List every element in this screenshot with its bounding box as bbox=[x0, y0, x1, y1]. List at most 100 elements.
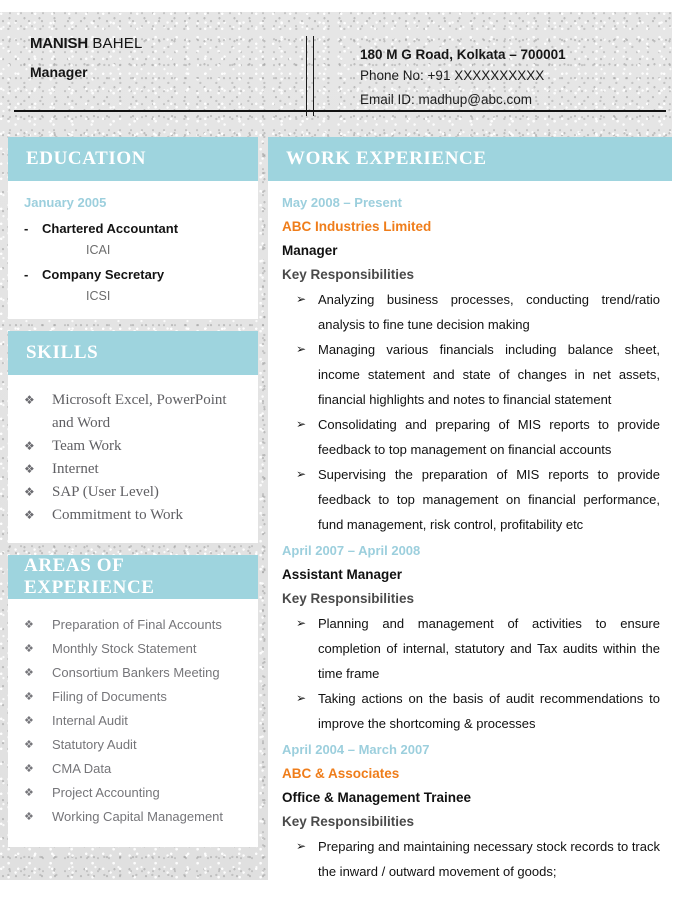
list-item: ❖ Filing of Documents bbox=[8, 685, 248, 709]
list-item: ➢ Supervising the preparation of MIS repo… bbox=[282, 462, 660, 537]
list-item: ❖ Consortium Bankers Meeting bbox=[8, 661, 248, 685]
job-date: May 2008 – Present bbox=[282, 195, 402, 210]
area-label: Project Accounting bbox=[52, 785, 160, 800]
work-experience-section: WORK EXPERIENCE May 2008 – Present ABC I… bbox=[268, 137, 672, 900]
arrow-bullet-icon: ➢ bbox=[296, 691, 307, 705]
list-item: ➢ Managing various financials including b… bbox=[282, 337, 660, 412]
last-name: BAHEL bbox=[87, 35, 143, 52]
responsibility-list: ➢ Preparing and maintaining necessary sto… bbox=[282, 834, 660, 884]
education-item: - Chartered Accountant bbox=[24, 219, 242, 239]
education-degree: Company Secretary bbox=[42, 267, 165, 282]
responsibility-text: Planning and management of activities to… bbox=[318, 616, 660, 681]
list-item: ❖ Internal Audit bbox=[8, 709, 248, 733]
job-date: April 2007 – April 2008 bbox=[282, 543, 421, 558]
area-label: Working Capital Management bbox=[52, 809, 224, 824]
areas-title: AREAS OF EXPERIENCE bbox=[24, 555, 155, 598]
first-name: MANISH bbox=[30, 35, 88, 52]
arrow-bullet-icon: ➢ bbox=[296, 292, 307, 306]
responsibility-list: ➢ Planning and management of activities t… bbox=[282, 611, 660, 736]
work-title: WORK EXPERIENCE bbox=[286, 148, 487, 169]
key-responsibilities-label: Key Responsibilities bbox=[282, 814, 415, 829]
education-degree: Chartered Accountant bbox=[42, 221, 179, 236]
list-item: ❖ Team Work bbox=[8, 435, 248, 458]
diamond-bullet-icon: ❖ bbox=[24, 393, 35, 407]
responsibility-text: Analyzing business processes, conducting… bbox=[318, 292, 660, 332]
left-column: EDUCATION January 2005 - Chartered Accou… bbox=[8, 137, 258, 847]
key-responsibilities-label: Key Responsibilities bbox=[282, 267, 415, 282]
education-institute: ICSI bbox=[86, 289, 111, 303]
area-label: Consortium Bankers Meeting bbox=[52, 665, 220, 680]
area-label: Filing of Documents bbox=[52, 689, 167, 704]
skill-label: Microsoft Excel, PowerPoint and Word bbox=[52, 392, 227, 431]
right-column: WORK EXPERIENCE May 2008 – Present ABC I… bbox=[268, 137, 672, 900]
diamond-bullet-icon: ❖ bbox=[24, 810, 34, 823]
skill-label: Internet bbox=[52, 461, 99, 477]
skills-section: SKILLS ❖ Microsoft Excel, PowerPoint and … bbox=[8, 331, 258, 543]
job-entry: April 2007 – April 2008 Assistant Manage… bbox=[282, 539, 660, 736]
education-title: EDUCATION bbox=[26, 148, 147, 169]
header-identity: MANISH BAHEL Manager bbox=[30, 34, 295, 81]
areas-section: AREAS OF EXPERIENCE ❖ Preparation of Fina… bbox=[8, 555, 258, 847]
responsibility-text: Taking actions on the basis of audit rec… bbox=[318, 691, 660, 731]
skills-header-bar: SKILLS bbox=[8, 331, 258, 375]
diamond-bullet-icon: ❖ bbox=[24, 714, 34, 727]
candidate-role: Manager bbox=[30, 64, 88, 80]
areas-list: ❖ Preparation of Final Accounts ❖ Monthly … bbox=[8, 599, 258, 847]
arrow-bullet-icon: ➢ bbox=[296, 467, 307, 481]
diamond-bullet-icon: ❖ bbox=[24, 508, 35, 522]
list-item: ❖ Internet bbox=[8, 458, 248, 481]
responsibility-text: Consolidating and preparing of MIS repor… bbox=[318, 417, 660, 457]
area-label: CMA Data bbox=[52, 761, 112, 776]
area-label: Preparation of Final Accounts bbox=[52, 617, 222, 632]
list-item: ➢ Taking actions on the basis of audit re… bbox=[282, 686, 660, 736]
list-item: ❖ Monthly Stock Statement bbox=[8, 637, 248, 661]
list-item: ➢ Preparing and maintaining necessary sto… bbox=[282, 834, 660, 884]
education-header-bar: EDUCATION bbox=[8, 137, 258, 181]
arrow-bullet-icon: ➢ bbox=[296, 342, 307, 356]
candidate-name: MANISH BAHEL bbox=[30, 34, 295, 54]
education-item: - Company Secretary bbox=[24, 265, 242, 285]
list-item: ➢ Consolidating and preparing of MIS repo… bbox=[282, 412, 660, 462]
list-item: ❖ Working Capital Management bbox=[8, 805, 248, 829]
job-entry: April 2004 – March 2007 ABC & Associates… bbox=[282, 738, 660, 884]
area-label: Internal Audit bbox=[52, 713, 128, 728]
list-item: ❖ Project Accounting bbox=[8, 781, 248, 805]
diamond-bullet-icon: ❖ bbox=[24, 690, 34, 703]
skill-label: SAP (User Level) bbox=[52, 484, 159, 500]
responsibility-text: Preparing and maintaining necessary stoc… bbox=[318, 839, 660, 879]
list-item: ➢ Planning and management of activities t… bbox=[282, 611, 660, 686]
header-horizontal-rule bbox=[14, 110, 666, 112]
education-dash: - bbox=[24, 267, 29, 282]
list-item: ❖ Commitment to Work bbox=[8, 504, 248, 527]
diamond-bullet-icon: ❖ bbox=[24, 738, 34, 751]
contact-address: 180 M G Road, Kolkata – 700001 bbox=[360, 47, 566, 62]
diamond-bullet-icon: ❖ bbox=[24, 485, 35, 499]
areas-header-bar: AREAS OF EXPERIENCE bbox=[8, 555, 258, 599]
arrow-bullet-icon: ➢ bbox=[296, 417, 307, 431]
responsibility-text: Managing various financials including ba… bbox=[318, 342, 660, 407]
resume-header: MANISH BAHEL Manager 180 M G Road, Kolka… bbox=[0, 12, 680, 116]
diamond-bullet-icon: ❖ bbox=[24, 462, 35, 476]
arrow-bullet-icon: ➢ bbox=[296, 839, 307, 853]
list-item: ➢ Analyzing business processes, conductin… bbox=[282, 287, 660, 337]
job-position: Office & Management Trainee bbox=[282, 790, 472, 805]
education-dash: - bbox=[24, 221, 29, 236]
list-item: ❖ Statutory Audit bbox=[8, 733, 248, 757]
area-label: Statutory Audit bbox=[52, 737, 137, 752]
diamond-bullet-icon: ❖ bbox=[24, 618, 34, 631]
responsibility-text: Supervising the preparation of MIS repor… bbox=[318, 467, 660, 532]
job-entry: May 2008 – Present ABC Industries Limite… bbox=[282, 191, 660, 537]
diamond-bullet-icon: ❖ bbox=[24, 762, 34, 775]
education-section: EDUCATION January 2005 - Chartered Accou… bbox=[8, 137, 258, 319]
education-institute: ICAI bbox=[86, 243, 111, 257]
work-header-bar: WORK EXPERIENCE bbox=[268, 137, 672, 181]
header-contact: 180 M G Road, Kolkata – 700001 Phone No:… bbox=[360, 46, 660, 112]
area-label: Monthly Stock Statement bbox=[52, 641, 197, 656]
responsibility-list: ➢ Analyzing business processes, conductin… bbox=[282, 287, 660, 537]
list-item: ❖ Microsoft Excel, PowerPoint and Word bbox=[8, 389, 248, 435]
skill-label: Commitment to Work bbox=[52, 507, 184, 523]
skills-list: ❖ Microsoft Excel, PowerPoint and Word ❖ T… bbox=[8, 375, 258, 543]
diamond-bullet-icon: ❖ bbox=[24, 439, 35, 453]
